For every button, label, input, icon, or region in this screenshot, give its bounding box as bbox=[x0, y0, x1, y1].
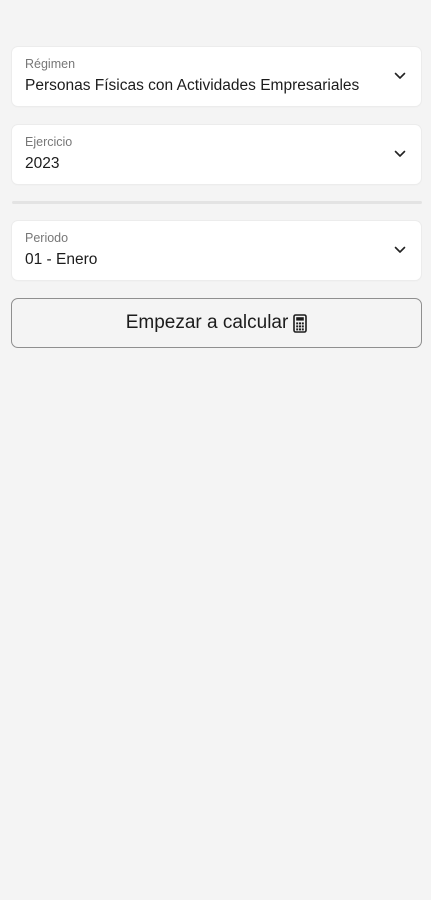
ejercicio-label: Ejercicio bbox=[25, 135, 73, 149]
regimen-value: Personas Físicas con Actividades Empresa… bbox=[25, 77, 360, 94]
periodo-label: Periodo bbox=[25, 231, 69, 245]
start-calculation-button[interactable]: Empezar a calcular bbox=[11, 298, 422, 348]
chevron-down-icon[interactable] bbox=[393, 69, 407, 83]
chevron-down-icon[interactable] bbox=[393, 243, 407, 257]
periodo-select[interactable]: Periodo 01 - Enero bbox=[12, 221, 421, 280]
calculator-icon bbox=[293, 313, 308, 333]
regimen-select[interactable]: Régimen Personas Físicas con Actividades… bbox=[12, 47, 421, 106]
ejercicio-select[interactable]: Ejercicio 2023 bbox=[12, 125, 421, 184]
regimen-label: Régimen bbox=[25, 57, 76, 71]
ejercicio-value: 2023 bbox=[25, 155, 60, 172]
periodo-value: 01 - Enero bbox=[25, 251, 98, 268]
chevron-down-icon[interactable] bbox=[393, 147, 407, 161]
section-divider bbox=[12, 201, 422, 204]
start-button-label: Empezar a calcular bbox=[125, 312, 289, 333]
